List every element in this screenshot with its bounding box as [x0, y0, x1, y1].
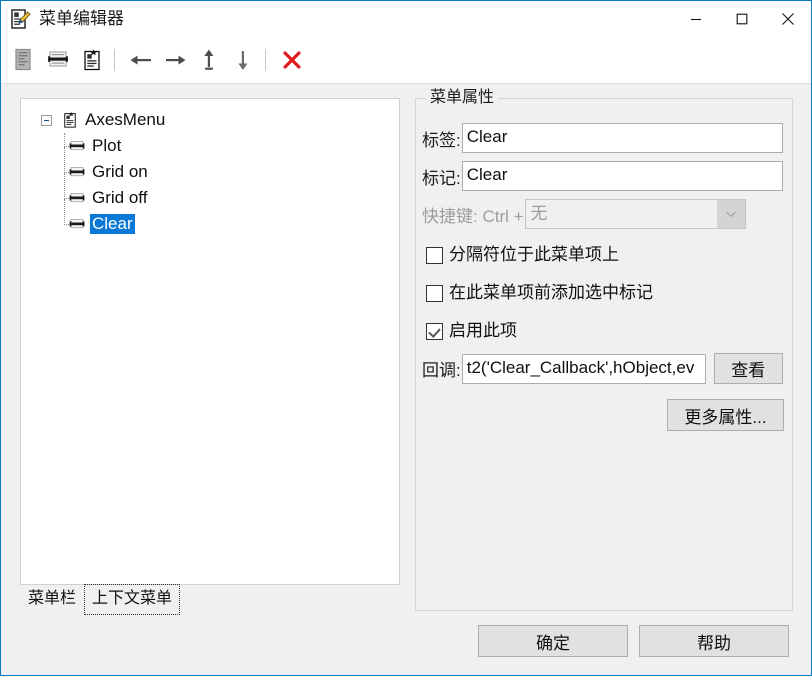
close-button[interactable]	[765, 1, 811, 37]
window-controls	[673, 1, 811, 37]
tab-context-menu[interactable]: 上下文菜单	[84, 584, 181, 615]
accelerator-row: 快捷键: Ctrl + 无	[422, 199, 746, 229]
enable-item-label: 启用此项	[449, 321, 517, 340]
toolbar	[1, 37, 811, 84]
accelerator-label: 快捷键: Ctrl +	[422, 206, 524, 226]
tree-guide-line	[64, 173, 66, 199]
checkbox-box-checked[interactable]	[426, 322, 443, 340]
tree-node-label: Plot	[92, 136, 122, 155]
label-input[interactable]: Clear	[461, 123, 783, 153]
tree-node-plot[interactable]: Plot	[21, 133, 399, 159]
chevron-down-icon[interactable]	[716, 200, 745, 228]
accelerator-value: 无	[530, 204, 548, 223]
callback-input[interactable]: t2('Clear_Callback',hObject,ev	[461, 353, 706, 384]
separator-above-label: 分隔符位于此菜单项上	[449, 245, 619, 264]
move-up-icon[interactable]	[194, 45, 224, 75]
checkbox-box[interactable]	[426, 284, 443, 302]
tree-guide-line	[64, 199, 66, 225]
window-title: 菜单编辑器	[39, 9, 124, 28]
move-down-icon[interactable]	[228, 45, 258, 75]
toolbar-separator-2	[265, 49, 266, 71]
menu-item-icon	[68, 215, 86, 233]
move-right-icon[interactable]	[160, 45, 190, 75]
tree-node-label: AxesMenu	[85, 110, 166, 129]
view-callback-button[interactable]: 查看	[713, 353, 783, 384]
help-button[interactable]: 帮助	[639, 625, 789, 657]
group-title: 菜单属性	[426, 88, 499, 108]
move-left-icon[interactable]	[126, 45, 156, 75]
more-properties-row: 更多属性...	[667, 399, 784, 431]
menu-item-icon	[68, 163, 86, 181]
menu-properties-group: 菜单属性 标签: Clear 标记: Clear 快捷键: Ctrl + 无 分…	[415, 88, 793, 611]
tree-guide-line	[64, 133, 66, 147]
tag-field-row: 标记: Clear	[422, 161, 783, 191]
tag-input[interactable]: Clear	[461, 161, 783, 191]
menu-item-icon	[68, 189, 86, 207]
new-menu-icon[interactable]	[9, 45, 39, 75]
callback-row: 回调: t2('Clear_Callback',hObject,ev 查看	[422, 353, 783, 384]
tree-guide-line	[64, 147, 66, 173]
accelerator-select[interactable]: 无	[524, 199, 746, 229]
tree-node-clear[interactable]: Clear	[21, 199, 399, 237]
maximize-button[interactable]	[719, 1, 765, 37]
enable-item-checkbox[interactable]: 启用此项	[426, 321, 517, 341]
tree-node-label-selected: Clear	[90, 214, 135, 234]
label-field-row: 标签: Clear	[422, 123, 783, 153]
new-context-menu-icon[interactable]	[77, 45, 107, 75]
tree-node-grid-off[interactable]: Grid off	[21, 173, 399, 211]
more-properties-button[interactable]: 更多属性...	[667, 399, 784, 431]
tree-node-root[interactable]: AxesMenu	[21, 107, 399, 133]
tag-field-label: 标记:	[422, 168, 461, 188]
tab-strip: 菜单栏 上下文菜单	[20, 584, 181, 615]
menu-item-icon	[68, 137, 86, 155]
menu-tree: AxesMenu Plot Grid on Grid off Clear	[21, 99, 399, 237]
label-field-label: 标签:	[422, 130, 461, 150]
tree-node-label: Grid off	[92, 188, 148, 207]
new-menubar-item-icon[interactable]	[43, 45, 73, 75]
title-bar: 菜单编辑器	[1, 1, 811, 37]
tree-node-label: Grid on	[92, 162, 148, 181]
menu-editor-icon	[10, 8, 32, 30]
checkbox-box[interactable]	[426, 246, 443, 264]
tree-node-grid-on[interactable]: Grid on	[21, 147, 399, 185]
menu-tree-panel[interactable]: AxesMenu Plot Grid on Grid off Clear	[20, 98, 400, 585]
menu-node-icon	[61, 111, 79, 129]
expander-collapse-icon[interactable]	[41, 115, 52, 126]
dialog-body: AxesMenu Plot Grid on Grid off Clear 菜单栏…	[1, 84, 811, 675]
delete-icon[interactable]	[277, 45, 307, 75]
check-mark-checkbox[interactable]: 在此菜单项前添加选中标记	[426, 283, 653, 303]
callback-label: 回调:	[422, 361, 461, 380]
ok-button[interactable]: 确定	[478, 625, 628, 657]
minimize-button[interactable]	[673, 1, 719, 37]
tab-menubar[interactable]: 菜单栏	[20, 584, 84, 615]
menu-editor-window: 菜单编辑器 AxesMenu Plot Grid on Grid off Cle…	[0, 0, 812, 676]
separator-above-checkbox[interactable]: 分隔符位于此菜单项上	[426, 245, 619, 265]
toolbar-separator-1	[114, 49, 115, 71]
check-mark-label: 在此菜单项前添加选中标记	[449, 283, 653, 302]
